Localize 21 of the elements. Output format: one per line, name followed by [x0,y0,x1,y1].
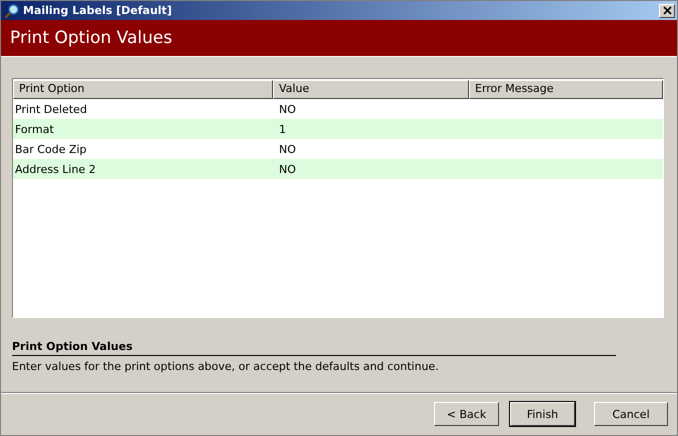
table-cell-text: Format [14,122,55,136]
window-title: Mailing Labels [Default] [23,4,173,17]
table-cell-text: NO [278,162,297,176]
close-icon [662,6,672,15]
table-cell-text: NO [278,102,297,116]
table-cell-text: Bar Code Zip [14,142,88,156]
description-text: Enter values for the print options above, or accept the defaults and continue. [12,360,440,373]
table-cell-text: Address Line 2 [14,162,97,176]
dialog-button[interactable]: Finish [510,402,575,426]
magnifier-icon [4,2,20,18]
table-cell-text: NO [278,142,297,156]
close-button[interactable] [659,4,675,18]
page-title: Print Option Values [10,28,172,48]
table-cell-text: Print Deleted [14,102,88,116]
column-header[interactable]: Error Message [469,80,663,99]
table-cell-text: 1 [278,122,287,136]
section-title: Print Option Values [12,340,616,356]
column-header[interactable]: Print Option [13,80,273,99]
dialog-button[interactable]: Cancel [594,402,668,426]
dialog-button[interactable]: < Back [434,402,499,426]
column-header[interactable]: Value [273,80,469,99]
